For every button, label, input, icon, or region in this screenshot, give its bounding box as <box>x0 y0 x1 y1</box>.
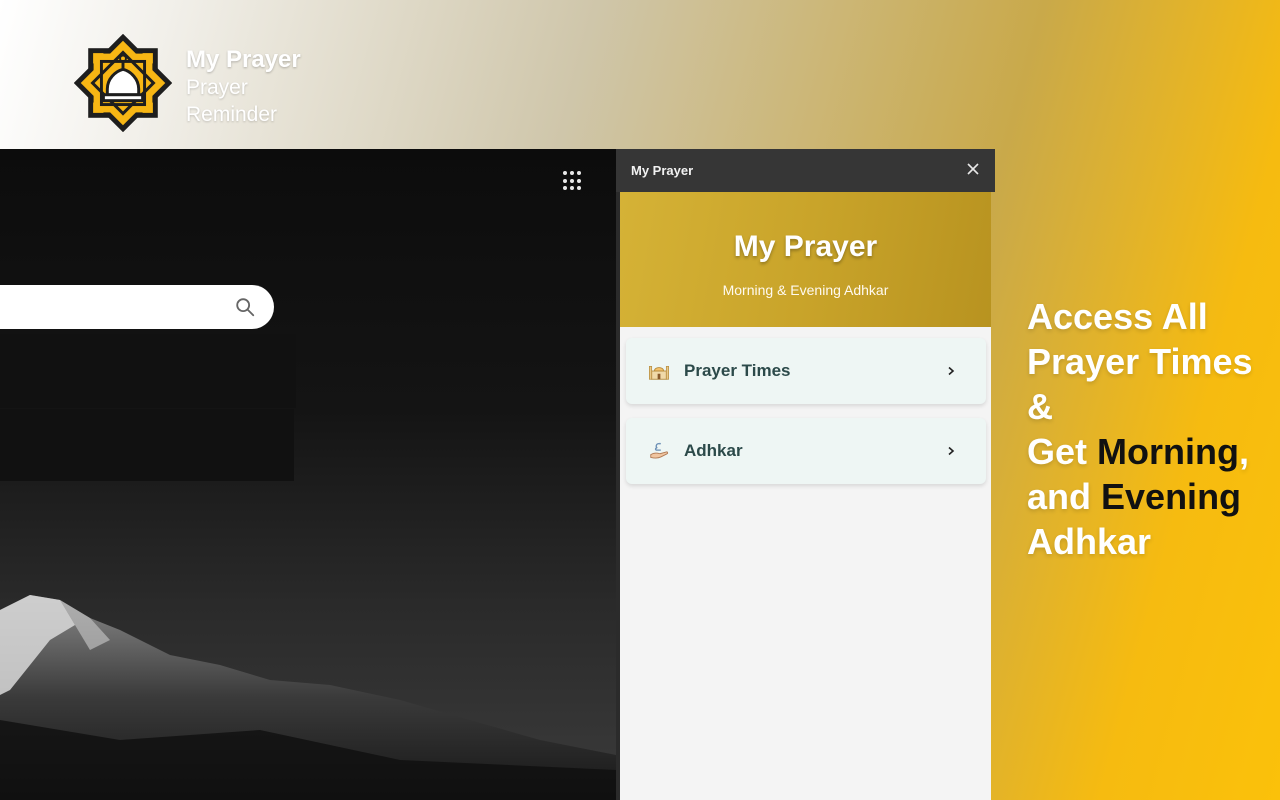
search-input[interactable] <box>0 285 274 329</box>
chevron-right-icon <box>948 446 955 456</box>
mosque-star-icon <box>74 34 172 132</box>
tagline-text: Get <box>1027 431 1098 472</box>
menu-item-adhkar[interactable]: Adhkar <box>626 418 986 484</box>
tagline-highlight: Evening <box>1101 476 1242 517</box>
side-panel-titlebar: My Prayer <box>616 149 995 192</box>
tagline-line: Get Morning, <box>1027 429 1277 474</box>
panel-hero: My Prayer Morning & Evening Adhkar <box>620 192 991 327</box>
brand-header: My Prayer Prayer Reminder <box>74 34 301 132</box>
tagline-text: , <box>1238 431 1249 472</box>
search-icon[interactable] <box>234 296 256 318</box>
brand-subtitle-line1: Prayer <box>186 76 248 99</box>
tagline-line: & <box>1027 386 1053 427</box>
tagline-line: Access All <box>1027 296 1208 337</box>
tagline-line: Prayer Times <box>1027 341 1253 382</box>
hero-subtitle: Morning & Evening Adhkar <box>722 282 889 298</box>
tagline-text: and <box>1027 476 1102 517</box>
tagline-line: and Evening <box>1027 474 1277 519</box>
side-panel-title: My Prayer <box>631 163 694 178</box>
close-icon[interactable] <box>965 161 981 177</box>
menu-item-label: Adhkar <box>684 441 743 460</box>
mosque-icon <box>649 366 669 380</box>
side-panel: My Prayer My Prayer Morning & Evening Ad… <box>616 149 995 800</box>
shortcut-row <box>0 334 296 408</box>
brand-subtitle-line2: Reminder <box>186 103 278 126</box>
brand-title: My Prayer <box>186 46 301 73</box>
praying-hand-icon <box>650 442 669 459</box>
shortcut-row <box>0 409 294 481</box>
hero-title: My Prayer <box>733 230 878 263</box>
promo-tagline: Access All Prayer Times & Get Morning, a… <box>1027 294 1277 564</box>
tagline-highlight: Morning <box>1097 431 1239 472</box>
menu-item-label: Prayer Times <box>684 361 791 380</box>
browser-new-tab <box>0 149 616 800</box>
brand-text: My Prayer Prayer Reminder <box>186 46 301 128</box>
apps-grid-icon[interactable] <box>563 171 583 191</box>
mountain-background <box>0 595 616 800</box>
tagline-line: Adhkar <box>1027 521 1152 562</box>
menu-item-prayer-times[interactable]: Prayer Times <box>626 338 986 404</box>
chevron-right-icon <box>948 366 955 376</box>
